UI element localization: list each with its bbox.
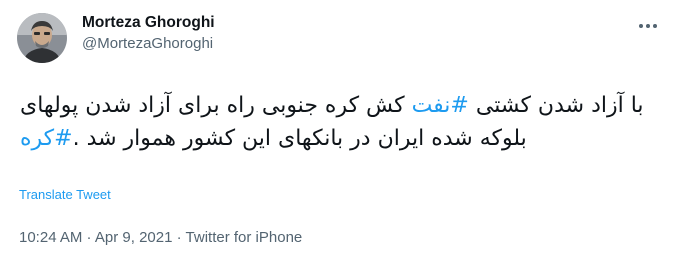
author-name[interactable]: Morteza Ghoroghi: [82, 13, 215, 33]
meta-separator: ·: [82, 229, 95, 246]
hashtag-link[interactable]: #کره: [20, 126, 73, 151]
more-options-button[interactable]: [636, 14, 660, 38]
tweet-text: با آزاد شدن کشتی #نفت کش کره جنوبی راه ب…: [20, 89, 662, 155]
tweet-text-segment: با آزاد شدن کشتی: [468, 93, 644, 118]
tweet-source[interactable]: Twitter for iPhone: [186, 229, 303, 246]
avatar[interactable]: [17, 13, 67, 63]
avatar-image: [17, 13, 67, 63]
meta-separator: ·: [172, 229, 186, 246]
author-handle[interactable]: @MortezaGhoroghi: [82, 33, 215, 55]
author-block: Morteza Ghoroghi @MortezaGhoroghi: [82, 13, 215, 55]
more-horizontal-icon: [639, 24, 657, 28]
tweet-date[interactable]: Apr 9, 2021: [95, 229, 173, 246]
hashtag-link[interactable]: #نفت: [412, 93, 469, 118]
tweet-time[interactable]: 10:24 AM: [19, 229, 82, 246]
tweet-metadata: 10:24 AM · Apr 9, 2021 · Twitter for iPh…: [19, 228, 302, 248]
translate-tweet-link[interactable]: Translate Tweet: [19, 187, 111, 203]
tweet-card: Morteza Ghoroghi @MortezaGhoroghi با آزا…: [0, 0, 677, 262]
